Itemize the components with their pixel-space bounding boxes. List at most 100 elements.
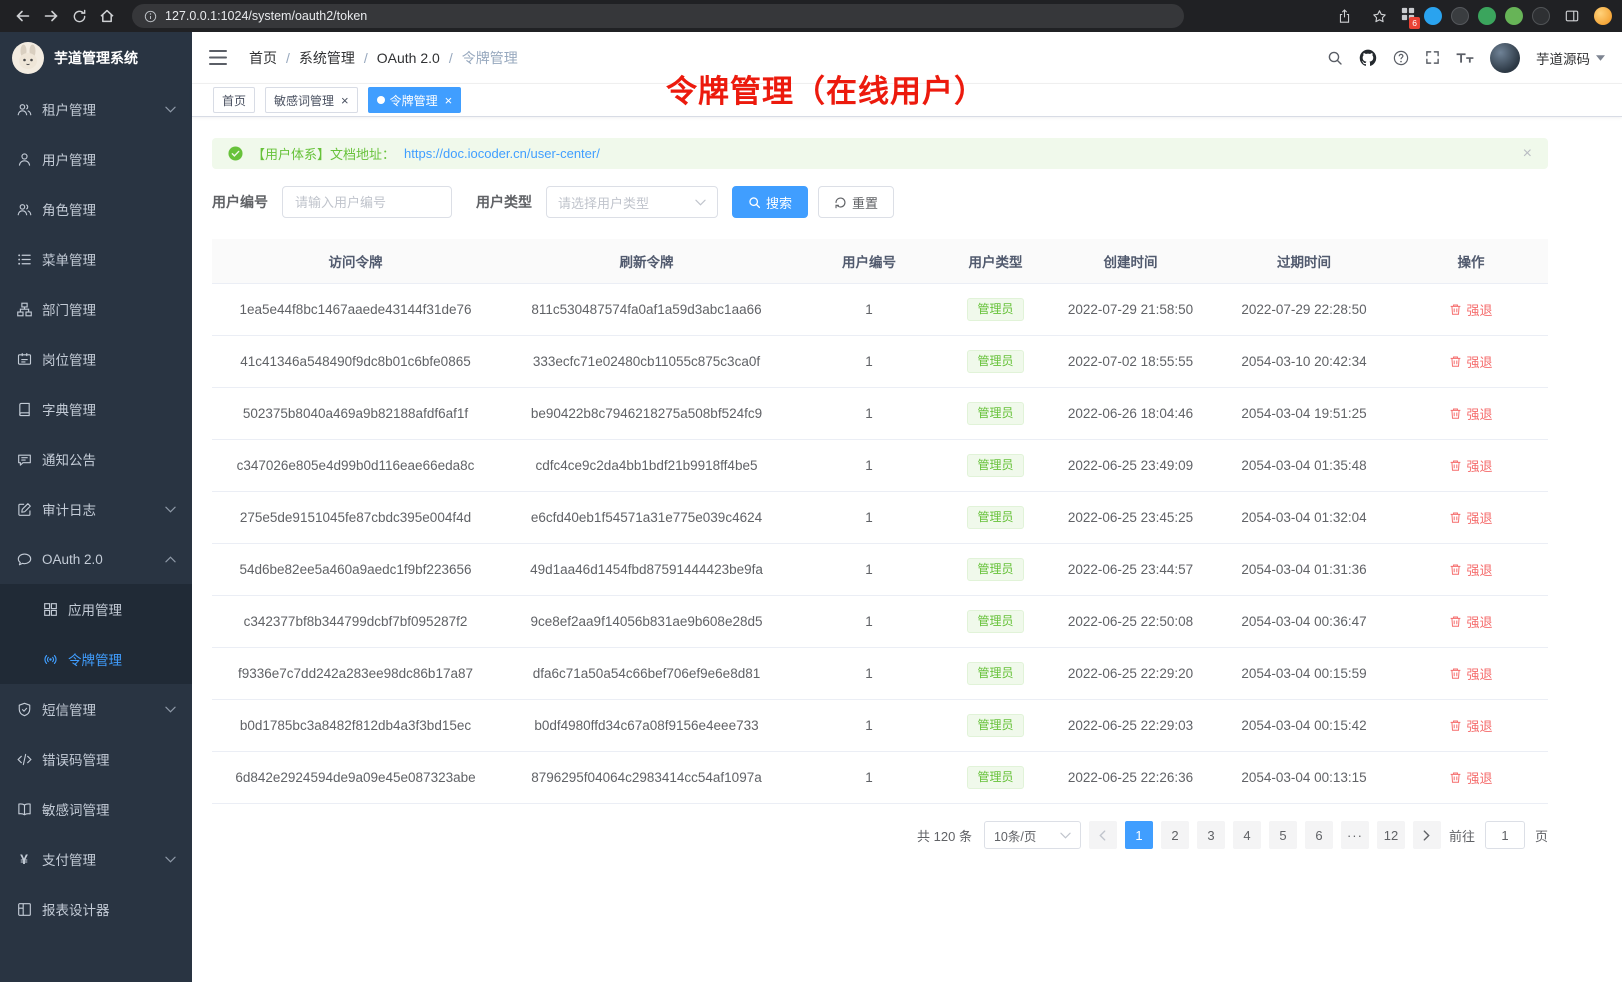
user-menu[interactable]: 芋道源码: [1536, 48, 1605, 68]
site-info-icon[interactable]: [144, 10, 157, 23]
delete-icon: [1449, 771, 1462, 784]
profile-avatar[interactable]: [1594, 7, 1612, 25]
page-button[interactable]: 2: [1161, 821, 1189, 849]
sidebar-item[interactable]: 用户管理: [0, 134, 192, 184]
user-type-select[interactable]: 请选择用户类型: [546, 186, 718, 218]
sidebar-item[interactable]: 报表设计器: [0, 884, 192, 934]
force-logout-button[interactable]: 强退: [1449, 456, 1492, 475]
sidebar-item-label: 错误码管理: [42, 749, 110, 769]
font-size-icon[interactable]: [1456, 51, 1474, 65]
sidebar-item-label: 敏感词管理: [42, 799, 110, 819]
extensions-icon[interactable]: 6: [1401, 7, 1415, 26]
sidebar-item[interactable]: 令牌管理: [0, 634, 192, 684]
expire-time-cell: 2054-03-04 01:31:36: [1214, 544, 1394, 596]
github-icon[interactable]: [1359, 49, 1377, 67]
page-size-value: 10条/页: [994, 826, 1036, 845]
help-icon[interactable]: [1393, 50, 1409, 66]
close-icon[interactable]: ×: [1523, 146, 1532, 162]
breadcrumb-item[interactable]: 令牌管理: [462, 48, 518, 68]
page-button[interactable]: 1: [1125, 821, 1153, 849]
fullscreen-icon[interactable]: [1425, 50, 1440, 65]
next-page-button[interactable]: [1413, 821, 1441, 849]
expire-time-cell: 2054-03-04 19:51:25: [1214, 388, 1394, 440]
address-bar[interactable]: 127.0.0.1:1024/system/oauth2/token: [132, 4, 1184, 28]
force-logout-button[interactable]: 强退: [1449, 404, 1492, 423]
sidebar-item-label: 菜单管理: [42, 249, 96, 269]
close-icon[interactable]: ×: [341, 94, 349, 107]
sidebar-item-label: 角色管理: [42, 199, 96, 219]
sidebar-item[interactable]: 通知公告: [0, 434, 192, 484]
user-avatar[interactable]: [1490, 43, 1520, 73]
force-logout-button[interactable]: 强退: [1449, 612, 1492, 631]
force-logout-button[interactable]: 强退: [1449, 716, 1492, 735]
page-button[interactable]: 4: [1233, 821, 1261, 849]
user-type-badge: 管理员: [967, 558, 1023, 581]
home-button[interactable]: [94, 4, 120, 28]
prev-page-button[interactable]: [1089, 821, 1117, 849]
sidebar-item[interactable]: 岗位管理: [0, 334, 192, 384]
sidebar-item[interactable]: 敏感词管理: [0, 784, 192, 834]
search-icon[interactable]: [1327, 50, 1343, 66]
search-button[interactable]: 搜索: [732, 186, 808, 218]
user-type-cell: 管理员: [944, 492, 1047, 544]
bookmark-star-icon[interactable]: [1366, 4, 1392, 28]
user-id-input[interactable]: [282, 186, 452, 218]
page-button[interactable]: 5: [1269, 821, 1297, 849]
sidebar-item[interactable]: 字典管理: [0, 384, 192, 434]
force-logout-button[interactable]: 强退: [1449, 560, 1492, 579]
browser-extension-icon[interactable]: [1424, 7, 1442, 25]
breadcrumb-item[interactable]: OAuth 2.0: [377, 50, 462, 66]
doc-link[interactable]: https://doc.iocoder.cn/user-center/: [404, 146, 600, 161]
force-logout-button[interactable]: 强退: [1449, 768, 1492, 787]
sidebar-item[interactable]: 短信管理: [0, 684, 192, 734]
sidebar-toggle-button[interactable]: [209, 50, 227, 65]
sidebar-item[interactable]: 错误码管理: [0, 734, 192, 784]
delete-icon: [1449, 615, 1462, 628]
user-id-cell: 1: [794, 752, 944, 804]
breadcrumb-item[interactable]: 首页: [249, 48, 299, 68]
sidebar-item-label: 报表设计器: [42, 899, 110, 919]
goto-page-input[interactable]: [1485, 821, 1525, 849]
browser-extension-icon[interactable]: [1478, 7, 1496, 25]
browser-extension-icon[interactable]: [1532, 7, 1550, 25]
expire-time-cell: 2054-03-10 20:42:34: [1214, 336, 1394, 388]
sidebar-item[interactable]: OAuth 2.0: [0, 534, 192, 584]
back-button[interactable]: [10, 4, 36, 28]
tab[interactable]: 敏感词管理 ×: [265, 87, 358, 113]
reset-button[interactable]: 重置: [818, 186, 894, 218]
page-button[interactable]: 12: [1377, 821, 1405, 849]
reload-button[interactable]: [66, 4, 92, 28]
audit-icon: [16, 502, 32, 517]
force-logout-button[interactable]: 强退: [1449, 664, 1492, 683]
sidebar-item[interactable]: 菜单管理: [0, 234, 192, 284]
sidebar-item[interactable]: 部门管理: [0, 284, 192, 334]
page-button[interactable]: 3: [1197, 821, 1225, 849]
delete-icon: [1449, 563, 1462, 576]
tab[interactable]: 首页: [213, 87, 255, 113]
close-icon[interactable]: ×: [445, 94, 453, 107]
action-cell: 强退: [1394, 388, 1548, 440]
sidebar-item[interactable]: 角色管理: [0, 184, 192, 234]
tab[interactable]: 令牌管理 ×: [368, 87, 462, 113]
forward-button[interactable]: [38, 4, 64, 28]
sidebar-item[interactable]: 审计日志: [0, 484, 192, 534]
browser-extension-icon[interactable]: [1451, 7, 1469, 25]
force-logout-button[interactable]: 强退: [1449, 352, 1492, 371]
sidebar-item[interactable]: ¥ 支付管理: [0, 834, 192, 884]
page-size-select[interactable]: 10条/页: [984, 821, 1081, 849]
column-header: 操作: [1394, 239, 1548, 284]
breadcrumb-item[interactable]: 系统管理: [299, 48, 377, 68]
side-panel-button[interactable]: [1559, 4, 1585, 28]
sidebar-item[interactable]: 应用管理: [0, 584, 192, 634]
refresh-token-cell: 8796295f04064c2983414cc54af1097a: [499, 752, 794, 804]
page-button[interactable]: ···: [1341, 821, 1369, 849]
table-row: c342377bf8b344799dcbf7bf095287f2 9ce8ef2…: [212, 596, 1548, 648]
user-type-badge: 管理员: [967, 766, 1023, 789]
force-logout-button[interactable]: 强退: [1449, 300, 1492, 319]
share-button[interactable]: [1331, 4, 1357, 28]
sidebar-item[interactable]: 租户管理: [0, 84, 192, 134]
page-button[interactable]: 6: [1305, 821, 1333, 849]
sidebar-item-label: 岗位管理: [42, 349, 96, 369]
force-logout-button[interactable]: 强退: [1449, 508, 1492, 527]
browser-extension-icon[interactable]: [1505, 7, 1523, 25]
